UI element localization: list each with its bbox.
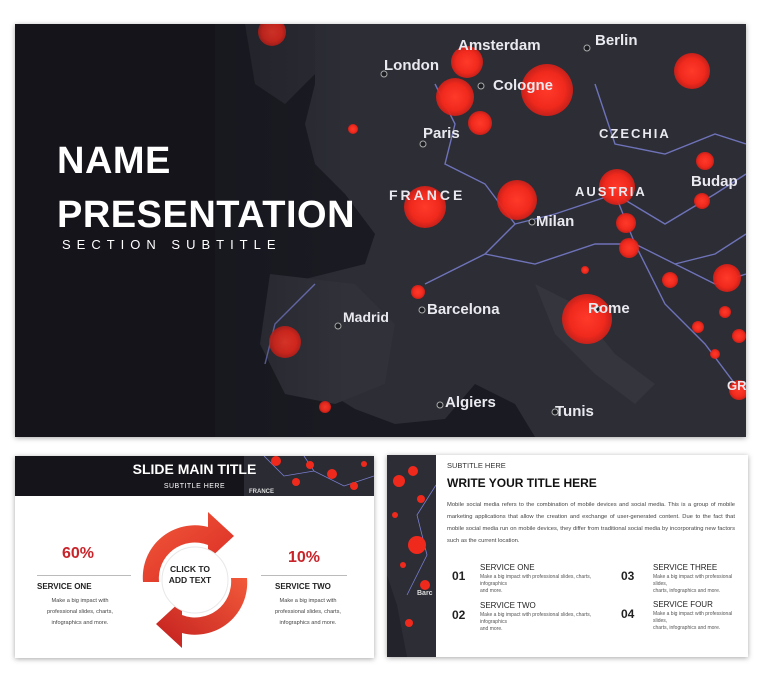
left-percent: 60%	[62, 545, 95, 562]
service-desc-line: Make a big impact with professional slid…	[480, 574, 592, 587]
service-number: 02	[452, 608, 466, 622]
service-number: 01	[452, 569, 466, 583]
main-slide[interactable]: Amsterdam Berlin London Cologne Paris CZ…	[15, 24, 746, 437]
left-desc-line: infographics and more.	[51, 620, 109, 626]
service-desc: Make a big impact with professional slid…	[653, 611, 743, 632]
service-name: SERVICE THREE	[653, 563, 718, 572]
services-slide-thumbnail[interactable]: Barc SUBTITLE HERE WRITE YOUR TITLE HERE…	[387, 455, 748, 657]
service-name: SERVICE FOUR	[653, 600, 713, 609]
center-text-line: ADD TEXT	[168, 575, 212, 585]
left-service-desc: Make a big impact with professional slid…	[35, 596, 125, 629]
service-desc-line: Make a big impact with professional slid…	[480, 612, 592, 625]
strip-map-image: Barc	[387, 455, 436, 657]
map-label-rome: Rome	[588, 300, 630, 317]
map-label-milan: Milan	[536, 213, 574, 230]
cycle-slide-thumbnail[interactable]: FRANCE SLIDE MAIN TITLE SUBTITLE HERE 60…	[15, 456, 374, 658]
service-desc-line: and more.	[480, 626, 503, 632]
service-desc-line: Make a big impact with professional slid…	[653, 611, 733, 624]
service-name: SERVICE TWO	[480, 601, 536, 610]
right-desc-line: professional slides, charts,	[275, 609, 341, 615]
strip-map-label: Barc	[417, 590, 433, 597]
map-label-greece: GRE	[727, 378, 746, 393]
cycle-center-text[interactable]: CLICK TO ADD TEXT	[160, 564, 220, 586]
service-name: SERVICE ONE	[480, 563, 535, 572]
slide-main-title: SLIDE MAIN TITLE	[132, 461, 257, 477]
map-label-tunis: Tunis	[555, 403, 594, 420]
service-desc-line: Make a big impact with professional slid…	[653, 574, 733, 587]
map-label-budapest: Budap	[691, 173, 738, 190]
left-service-name: SERVICE ONE	[37, 582, 92, 591]
map-label-madrid: Madrid	[343, 309, 389, 325]
map-label-berlin: Berlin	[595, 32, 638, 49]
services-body-text: Mobile social media refers to the combin…	[447, 502, 735, 544]
right-divider	[261, 575, 347, 576]
right-service-desc: Make a big impact with professional slid…	[263, 596, 353, 629]
map-label-czechia: CZECHIA	[599, 126, 671, 141]
service-desc: Make a big impact with professional slid…	[480, 574, 610, 595]
right-percent: 10%	[288, 549, 321, 566]
map-label-london: London	[384, 57, 439, 74]
map-label-austria: AUSTRIA	[575, 184, 647, 199]
map-strip-image: Barc	[387, 455, 436, 657]
service-number: 04	[621, 607, 635, 621]
presentation-title[interactable]: NAME PRESENTATION	[57, 134, 355, 242]
map-label-amsterdam: Amsterdam	[458, 37, 541, 54]
slide-subtitle: SUBTITLE HERE	[163, 483, 226, 490]
left-desc-line: professional slides, charts,	[47, 609, 113, 615]
slide-header: FRANCE SLIDE MAIN TITLE SUBTITLE HERE	[15, 456, 374, 496]
left-divider	[37, 575, 131, 576]
right-service-name: SERVICE TWO	[275, 582, 331, 591]
service-desc-line: charts, infographics and more.	[653, 588, 721, 594]
title-line-2: PRESENTATION	[57, 194, 356, 236]
title-line-1: NAME	[57, 140, 171, 182]
right-desc-line: infographics and more.	[279, 620, 337, 626]
map-label-algiers: Algiers	[445, 394, 496, 411]
services-title: WRITE YOUR TITLE HERE	[447, 476, 597, 490]
service-number: 03	[621, 569, 635, 583]
service-desc-line: and more.	[480, 588, 503, 594]
left-desc-line: Make a big impact with	[51, 598, 109, 604]
map-label-cologne: Cologne	[493, 77, 553, 94]
map-label-barcelona: Barcelona	[427, 301, 500, 318]
services-subtitle: SUBTITLE HERE	[447, 461, 506, 470]
map-label-france: FRANCE	[389, 187, 465, 203]
service-desc: Make a big impact with professional slid…	[480, 612, 610, 633]
service-desc-line: charts, infographics and more.	[653, 625, 721, 631]
service-desc: Make a big impact with professional slid…	[653, 574, 743, 595]
right-desc-line: Make a big impact with	[279, 598, 337, 604]
center-text-line: CLICK TO	[170, 564, 210, 574]
map-label-paris: Paris	[423, 125, 460, 142]
section-subtitle[interactable]: SECTION SUBTITLE	[62, 237, 282, 252]
